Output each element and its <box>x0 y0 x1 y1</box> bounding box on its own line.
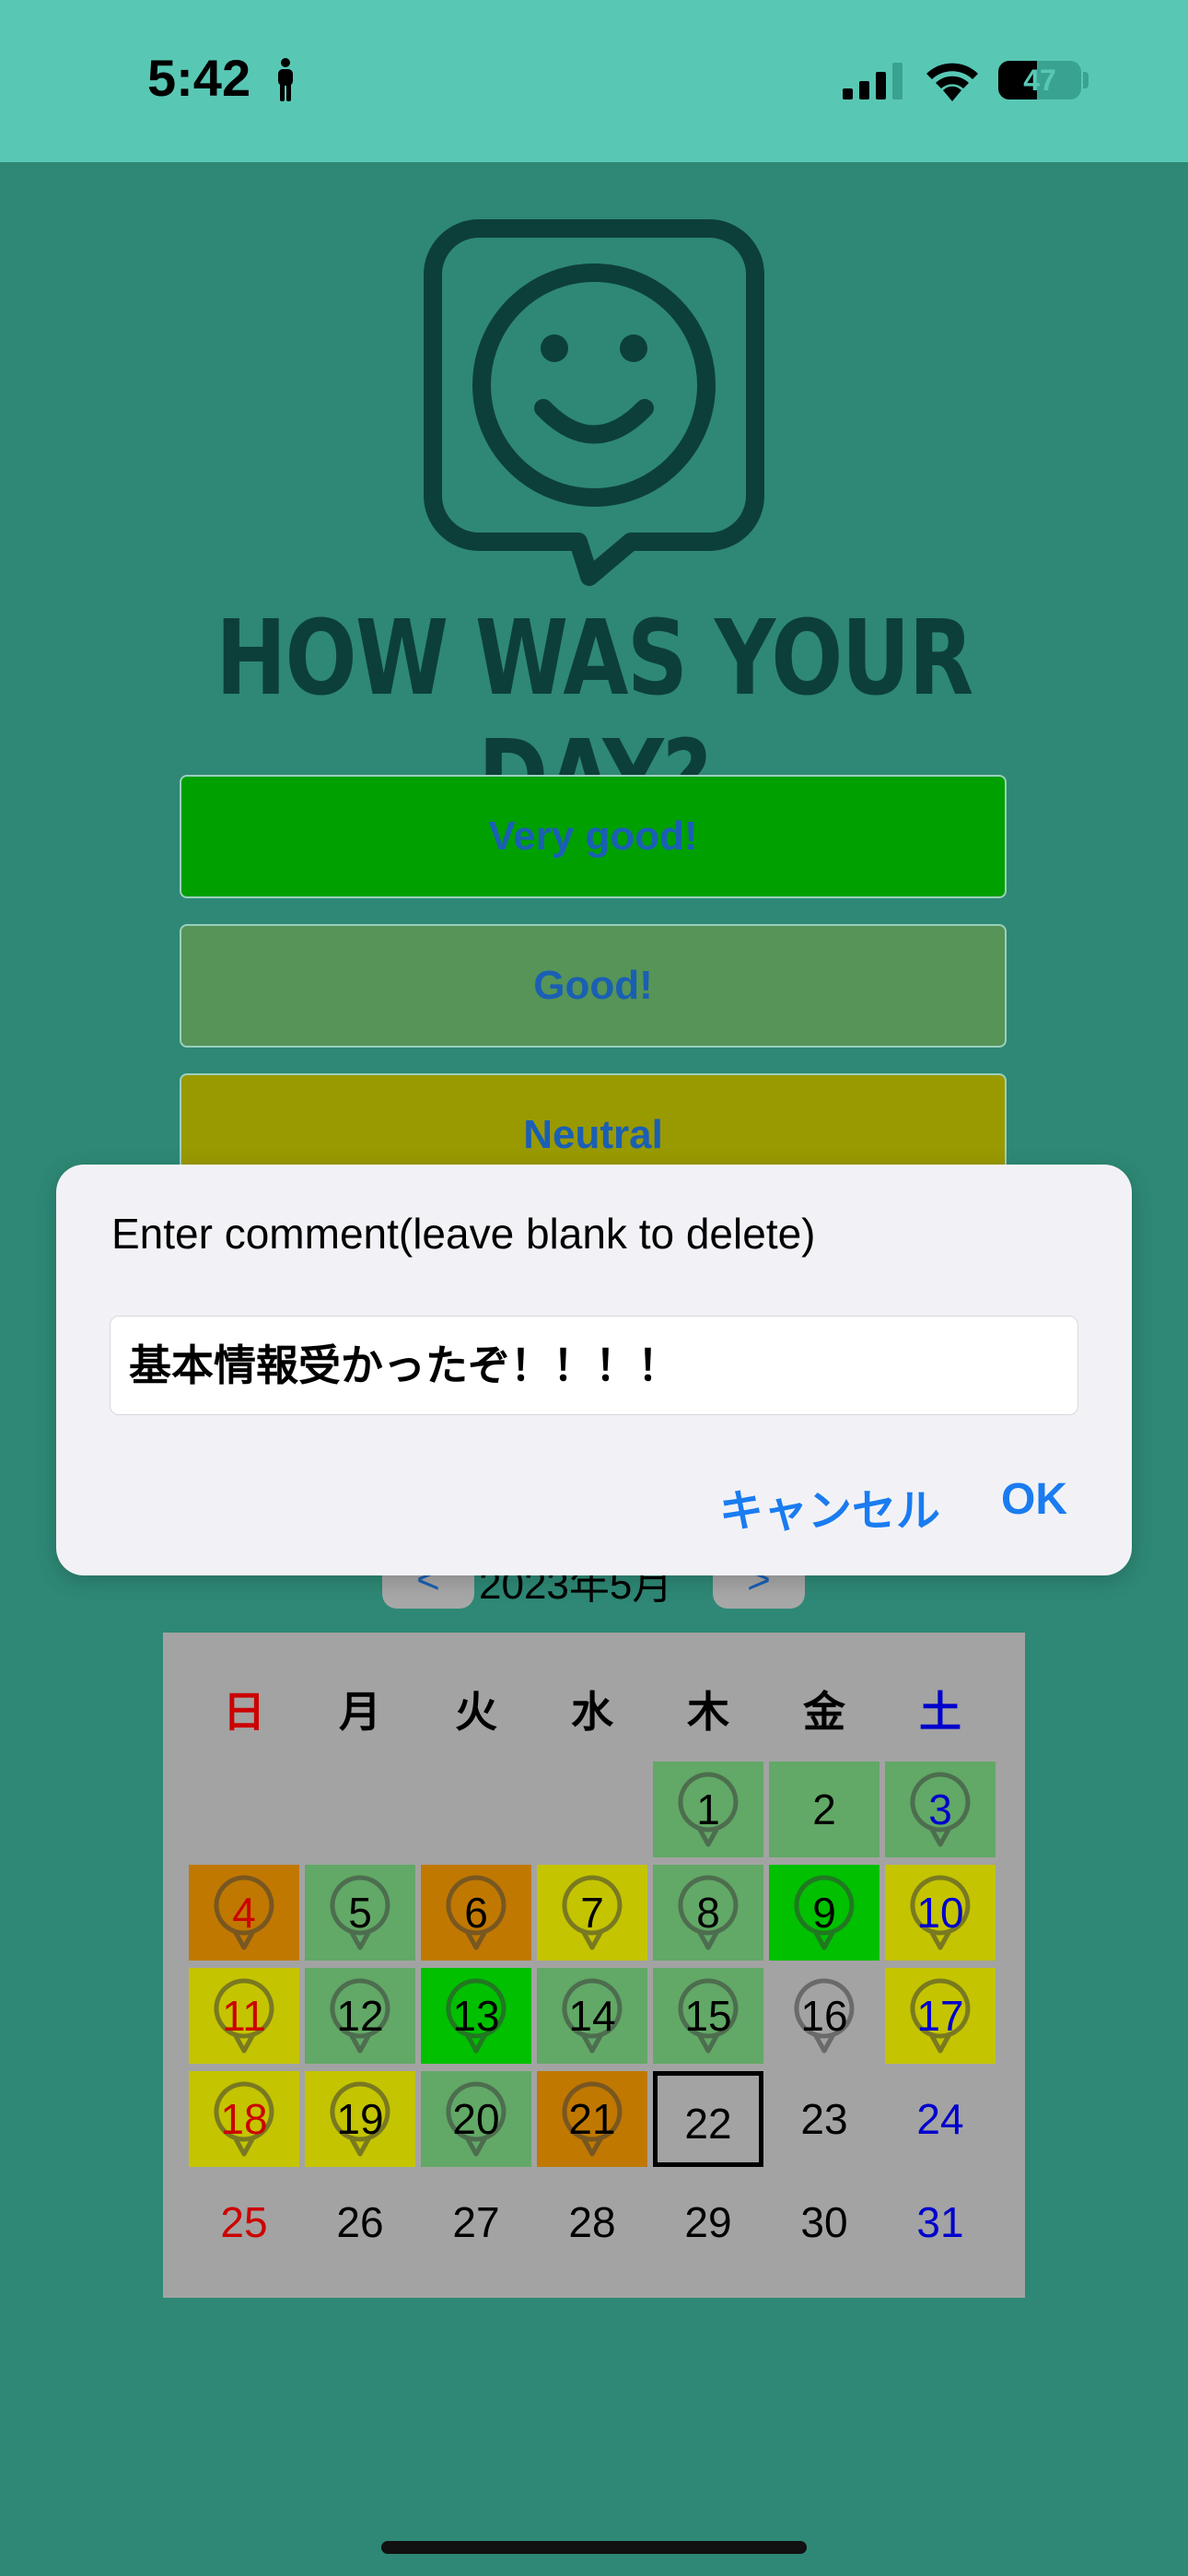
home-indicator <box>381 2541 807 2554</box>
comment-input[interactable]: 基本情報受かったぞ！！！！ <box>110 1316 1078 1415</box>
battery-cap <box>1083 72 1089 88</box>
person-icon <box>278 58 293 101</box>
cellular-signal-icon <box>843 63 903 100</box>
battery-level-text: 47 <box>1023 64 1056 97</box>
wifi-icon <box>926 63 978 101</box>
dialog-title: Enter comment(leave blank to delete) <box>111 1210 816 1258</box>
ok-button[interactable]: OK <box>1001 1474 1067 1525</box>
status-bar: 5:42 47 <box>0 0 1188 162</box>
status-time: 5:42 <box>147 49 251 107</box>
battery-indicator: 47 <box>998 61 1081 100</box>
cancel-button[interactable]: キャンセル <box>719 1474 940 1539</box>
comment-dialog: Enter comment(leave blank to delete) 基本情… <box>56 1165 1132 1575</box>
